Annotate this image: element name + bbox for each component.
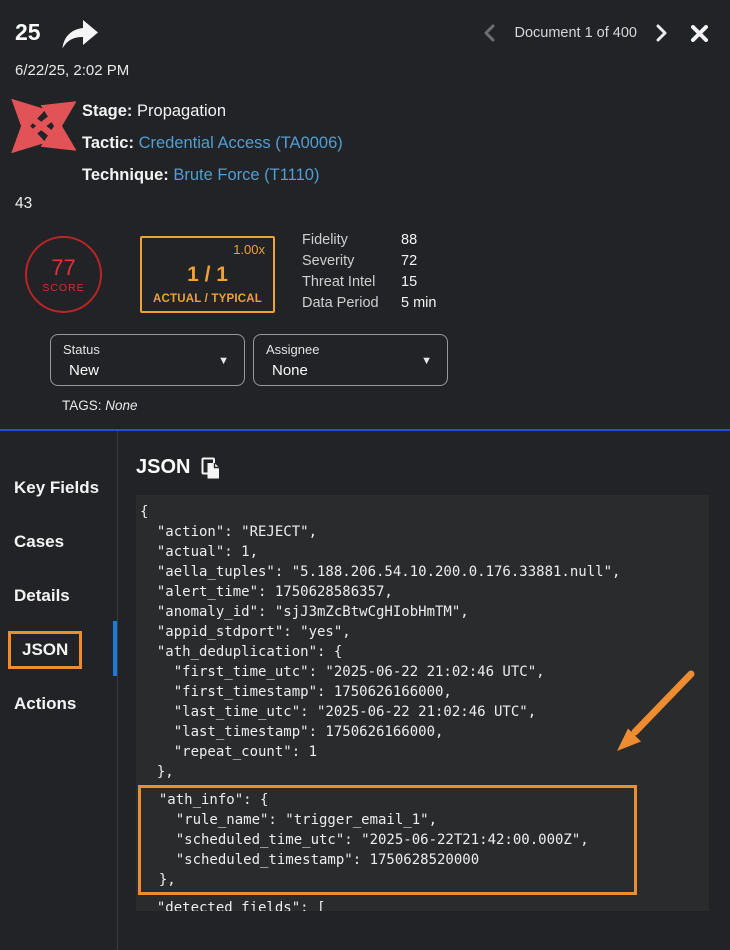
assignee-dropdown[interactable]: Assignee None ▼ <box>253 334 448 386</box>
metric-label: Severity <box>302 254 401 270</box>
active-tab-indicator <box>113 621 117 676</box>
json-line: "actual": 1, <box>140 542 709 562</box>
json-line: }, <box>142 870 634 890</box>
tags-row: TAGS: None <box>62 398 138 413</box>
json-line: "last_timestamp": 1750626166000, <box>140 722 709 742</box>
tactic-link[interactable]: Credential Access (TA0006) <box>139 134 343 152</box>
tactic-line: Tactic: Credential Access (TA0006) <box>82 127 343 159</box>
tags-value: None <box>105 398 137 413</box>
sidebar-item-label: Key Fields <box>14 478 99 498</box>
sidebar-nav: Key Fields Cases Details JSON Actions <box>0 431 118 950</box>
json-line: "first_time_utc": "2025-06-22 21:02:46 U… <box>140 662 709 682</box>
metric-value: 15 <box>401 275 436 291</box>
status-dropdown-label: Status <box>63 342 100 357</box>
metric-label: Threat Intel <box>302 275 401 291</box>
kill-chain-info: Stage: Propagation Tactic: Credential Ac… <box>82 95 343 191</box>
sidebar-item-label: Details <box>14 586 70 606</box>
sidebar-item-label: Actions <box>14 694 76 714</box>
next-document-chevron-icon[interactable] <box>656 24 667 42</box>
status-dropdown-value: New <box>69 362 99 379</box>
json-code-block[interactable]: { "action": "REJECT", "actual": 1, "aell… <box>136 495 709 911</box>
tactic-label: Tactic: <box>82 134 134 152</box>
json-line: "action": "REJECT", <box>140 522 709 542</box>
json-line: "scheduled_time_utc": "2025-06-22T21:42:… <box>142 830 634 850</box>
caret-down-icon: ▼ <box>421 355 432 367</box>
crossed-arrows-propagation-icon <box>10 97 76 160</box>
json-line: "first_timestamp": 1750626166000, <box>140 682 709 702</box>
technique-line: Technique: Brute Force (T1110) <box>82 159 343 191</box>
event-count: 43 <box>15 195 32 213</box>
technique-label: Technique: <box>82 166 169 184</box>
sidebar-item-details[interactable]: Details <box>0 569 117 623</box>
sidebar-item-label: JSON <box>22 640 68 660</box>
detail-tabs-section: Key Fields Cases Details JSON Actions JS… <box>0 431 730 950</box>
json-tab-annotation-box: JSON <box>8 631 82 669</box>
score-label: SCORE <box>42 282 84 294</box>
json-line: { <box>140 502 709 522</box>
ath-info-annotation-box: "ath_info": { "rule_name": "trigger_emai… <box>138 785 637 895</box>
json-panel: JSON { "action": "REJECT", "actual": 1, … <box>118 431 730 950</box>
caret-down-icon: ▼ <box>218 355 229 367</box>
json-line: "ath_info": { <box>142 790 634 810</box>
actual-typical-box: 1.00x 1 / 1 ACTUAL / TYPICAL <box>140 236 275 313</box>
technique-link[interactable]: Brute Force (T1110) <box>173 166 319 184</box>
metric-value: 5 min <box>401 296 436 312</box>
json-line: "anomaly_id": "sjJ3mZcBtwCgHIobHmTM", <box>140 602 709 622</box>
metric-label: Fidelity <box>302 233 401 249</box>
ratio-multiplier: 1.00x <box>150 242 265 257</box>
assignee-dropdown-value: None <box>272 362 308 379</box>
close-icon[interactable] <box>691 25 708 42</box>
json-line: "alert_time": 1750628586357, <box>140 582 709 602</box>
assignee-dropdown-label: Assignee <box>266 342 319 357</box>
json-line: "ath_deduplication": { <box>140 642 709 662</box>
ratio-caption: ACTUAL / TYPICAL <box>150 293 265 305</box>
json-line: "appid_stdport": "yes", <box>140 622 709 642</box>
metric-label: Data Period <box>302 296 401 312</box>
stage-label: Stage: <box>82 102 132 120</box>
alert-timestamp: 6/22/25, 2:02 PM <box>15 62 129 79</box>
status-dropdown[interactable]: Status New ▼ <box>50 334 245 386</box>
metrics-list: Fidelity 88 Severity 72 Threat Intel 15 … <box>302 233 436 312</box>
json-line: "scheduled_timestamp": 1750628520000 <box>142 850 634 870</box>
sidebar-item-key-fields[interactable]: Key Fields <box>0 461 117 515</box>
json-panel-title: JSON <box>136 456 190 479</box>
stage-value: Propagation <box>137 102 226 120</box>
tags-label: TAGS: <box>62 398 105 413</box>
json-line: "rule_name": "trigger_email_1", <box>142 810 634 830</box>
alert-id: 25 <box>15 19 41 46</box>
sidebar-item-json[interactable]: JSON <box>0 623 117 677</box>
metric-value: 72 <box>401 254 436 270</box>
json-line: "detected_fields": [ <box>140 898 709 911</box>
stage-line: Stage: Propagation <box>82 95 343 127</box>
json-line: }, <box>140 762 709 782</box>
json-line: "aella_tuples": "5.188.206.54.10.200.0.1… <box>140 562 709 582</box>
share-icon[interactable] <box>60 17 100 58</box>
metric-value: 88 <box>401 233 436 249</box>
pager-label: Document 1 of 400 <box>514 25 637 41</box>
prev-document-chevron-icon[interactable] <box>484 24 495 42</box>
sidebar-item-actions[interactable]: Actions <box>0 677 117 731</box>
ratio-value: 1 / 1 <box>150 263 265 287</box>
score-badge: 77 SCORE <box>25 236 102 313</box>
alert-summary-section: 25 Document 1 of 400 6/22/25, 2:02 PM <box>0 0 730 429</box>
document-pager: Document 1 of 400 <box>484 24 708 42</box>
alert-detail-panel: 25 Document 1 of 400 6/22/25, 2:02 PM <box>0 0 730 950</box>
sidebar-item-label: Cases <box>14 532 64 552</box>
json-line: "repeat_count": 1 <box>140 742 709 762</box>
json-line: "last_time_utc": "2025-06-22 21:02:46 UT… <box>140 702 709 722</box>
score-value: 77 <box>51 256 75 280</box>
copy-icon[interactable] <box>201 457 221 480</box>
sidebar-item-cases[interactable]: Cases <box>0 515 117 569</box>
